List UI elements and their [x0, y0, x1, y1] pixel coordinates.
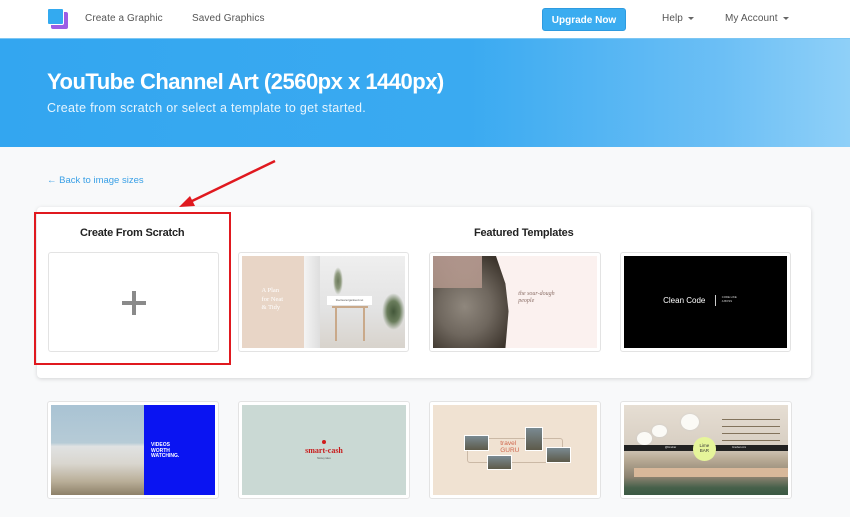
- template-plan-neat-tidy[interactable]: A Plan for Neat & Tidy thecleanorganised…: [238, 252, 409, 352]
- template-clean-code[interactable]: Clean Code CODE LIKE A BOSS: [620, 252, 791, 352]
- template-text: Clean Code: [663, 295, 706, 305]
- back-to-image-sizes-link[interactable]: ← Back to image sizes: [47, 175, 144, 186]
- lamp-image: [637, 432, 652, 445]
- text-line: for Neat: [261, 295, 284, 303]
- text-line: A BOSS: [721, 299, 733, 304]
- help-label: Help: [662, 13, 683, 24]
- text-line: GURU: [500, 446, 520, 454]
- strip-left-text: @limebar: [665, 445, 677, 449]
- desk-leg: [334, 308, 337, 341]
- plant-image: [382, 292, 405, 330]
- template-lime-bar[interactable]: @limebar limebar.com Lime BAR: [620, 401, 792, 499]
- hero-banner: YouTube Channel Art (2560px x 1440px) Cr…: [0, 39, 850, 147]
- plus-icon-bar: [122, 301, 146, 305]
- template-subtext: Money tales: [317, 457, 331, 461]
- template-text: A Plan for Neat & Tidy: [262, 287, 283, 312]
- desk-leg: [362, 308, 365, 341]
- template-smart-cash[interactable]: smart-cash Money tales: [238, 401, 410, 499]
- template-travel-guru[interactable]: travel GURU: [429, 401, 601, 499]
- logo-front-square: [47, 8, 64, 25]
- nav-create-graphic[interactable]: Create a Graphic: [85, 13, 163, 24]
- text-line: A Plan: [261, 287, 280, 295]
- lamp-image: [651, 424, 667, 438]
- logo-circle: Lime BAR: [692, 437, 716, 461]
- text-line: the sour-dough: [518, 290, 555, 297]
- create-from-scratch-title: Create From Scratch: [80, 227, 185, 239]
- template-sourdough-people[interactable]: the sour-dough people: [429, 252, 601, 352]
- shelf-image: [722, 418, 780, 441]
- account-menu[interactable]: My Account: [725, 13, 789, 24]
- strip-right-text: limebar.com: [732, 445, 747, 449]
- curtain-image: [303, 256, 321, 348]
- bread-image-blur: [433, 256, 483, 289]
- page-subtitle: Create from scratch or select a template…: [47, 101, 367, 115]
- plant-image: [333, 267, 344, 295]
- chevron-down-icon: [782, 16, 789, 20]
- template-url-label: thecleanorganised.net: [326, 296, 373, 305]
- create-from-scratch-button[interactable]: [48, 252, 219, 352]
- help-menu[interactable]: Help: [662, 13, 694, 24]
- text-line: people: [518, 297, 535, 304]
- arrow-head: [179, 196, 195, 207]
- photo-thumbnail: [487, 454, 512, 470]
- photo-thumbnail: [546, 447, 571, 463]
- template-text: Lime BAR: [693, 444, 716, 453]
- counter-image: [633, 468, 788, 477]
- featured-templates-title: Featured Templates: [474, 227, 574, 239]
- template-text: VIDEOS WORTH WATCHING.: [151, 442, 180, 460]
- nav-saved-graphics[interactable]: Saved Graphics: [192, 13, 265, 24]
- text-line: BAR: [699, 447, 709, 453]
- top-nav: Create a Graphic Saved Graphics Upgrade …: [0, 0, 850, 39]
- page-title: YouTube Channel Art (2560px x 1440px): [47, 69, 444, 94]
- chevron-down-icon: [687, 16, 694, 20]
- divider: [715, 294, 717, 306]
- template-text: travel GURU: [500, 440, 520, 454]
- arrow-shaft: [189, 159, 276, 204]
- template-text: the sour-dough people: [518, 291, 554, 304]
- photo-thumbnail: [464, 434, 489, 451]
- template-videos-worth-watching[interactable]: VIDEOS WORTH WATCHING.: [47, 401, 219, 499]
- text-line: & Tidy: [261, 304, 281, 312]
- logo-icon[interactable]: [47, 8, 69, 30]
- account-label: My Account: [725, 13, 778, 24]
- template-small-text: CODE LIKE A BOSS: [722, 296, 737, 303]
- template-bg: [624, 256, 787, 348]
- upgrade-now-button[interactable]: Upgrade Now: [542, 8, 626, 31]
- photo-thumbnail: [524, 426, 543, 451]
- template-text: smart-cash: [305, 445, 343, 455]
- text-line: WATCHING.: [151, 453, 180, 460]
- desert-image: [51, 405, 145, 495]
